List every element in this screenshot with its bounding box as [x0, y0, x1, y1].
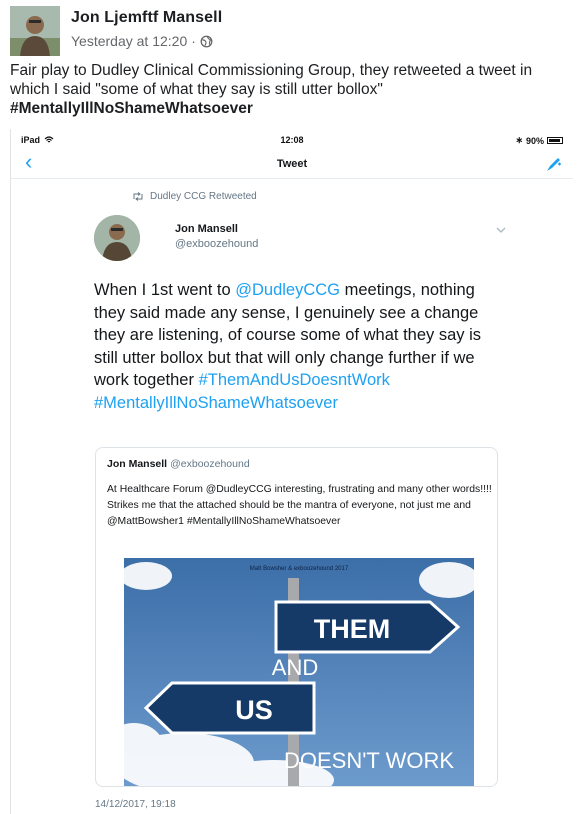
tweet-date: 14/12/2017, 19:18: [95, 799, 176, 810]
post-header: Jon Ljemftf Mansell Yesterday at 12:20 ·: [10, 6, 222, 56]
compose-icon[interactable]: [545, 155, 563, 173]
post-hashtag[interactable]: #MentallyIllNoShameWhatsoever: [10, 99, 570, 118]
nav-title: Tweet: [276, 158, 308, 170]
attached-screenshot[interactable]: iPad 12:08 ∗ 90% ‹ Tweet Dudley CCG Retw…: [10, 129, 573, 814]
mention-link[interactable]: @DudleyCCG: [235, 281, 340, 299]
them-and-us-sign-image: Matt Bowsher & exboozehound 2017 THEM AN…: [124, 558, 474, 786]
separator: ·: [191, 33, 196, 49]
tweet-author-avatar[interactable]: [94, 215, 140, 261]
retweet-icon: [133, 192, 143, 201]
post-text: Fair play to Dudley Clinical Commissioni…: [10, 61, 570, 118]
image-credit: Matt Bowsher & exboozehound 2017: [250, 566, 349, 572]
sign-us: US: [235, 695, 273, 725]
quoted-tweet-header: Jon Mansell @exboozehound: [107, 458, 250, 470]
hashtag-link[interactable]: #MentallyIllNoShameWhatsoever: [94, 394, 338, 412]
status-time: 12:08: [280, 135, 304, 145]
quoted-tweet[interactable]: Jon Mansell @exboozehound At Healthcare F…: [95, 447, 498, 787]
author-avatar[interactable]: [10, 6, 60, 56]
sign-them: THEM: [314, 614, 391, 644]
quoted-tweet-text: At Healthcare Forum @DudleyCCG interesti…: [107, 484, 492, 527]
battery-icon: [547, 137, 563, 144]
tweet-author-name[interactable]: Jon Mansell: [175, 223, 238, 235]
retweet-label: Dudley CCG Retweeted: [150, 191, 257, 202]
post-timestamp[interactable]: Yesterday at 12:20: [71, 33, 187, 49]
tweet-text: When I 1st went to @DudleyCCG meetings, …: [94, 279, 494, 414]
doesnt-work-label: DOESN'T WORK: [284, 748, 454, 773]
quoted-author-name: Jon Mansell: [107, 458, 168, 470]
and-label: AND: [272, 655, 318, 680]
tweet-text-part-1: When I 1st went to: [94, 281, 236, 299]
us-arrow: [143, 681, 316, 735]
ios-status-bar: iPad 12:08 ∗ 90%: [11, 129, 573, 149]
hashtag-link[interactable]: #ThemAndUsDoesntWork: [199, 371, 390, 389]
post-timestamp-row: Yesterday at 12:20 ·: [71, 33, 222, 49]
tweet-author-handle[interactable]: @exboozehound: [175, 238, 258, 250]
bluetooth-icon: ∗: [515, 135, 523, 145]
battery-percent: 90%: [525, 135, 544, 146]
quoted-author-handle: @exboozehound: [170, 458, 250, 470]
battery-status: ∗ 90%: [515, 135, 563, 146]
chevron-down-icon[interactable]: [496, 225, 506, 235]
post-meta: Jon Ljemftf Mansell Yesterday at 12:20 ·: [71, 9, 222, 49]
author-name[interactable]: Jon Ljemftf Mansell: [71, 9, 222, 27]
quoted-tweet-image[interactable]: Matt Bowsher & exboozehound 2017 THEM AN…: [124, 558, 474, 786]
post-body: Fair play to Dudley Clinical Commissioni…: [10, 62, 533, 98]
globe-icon[interactable]: [200, 35, 213, 48]
tweet-nav-bar: ‹ Tweet: [11, 149, 573, 179]
retweet-indicator: Dudley CCG Retweeted: [132, 191, 257, 202]
